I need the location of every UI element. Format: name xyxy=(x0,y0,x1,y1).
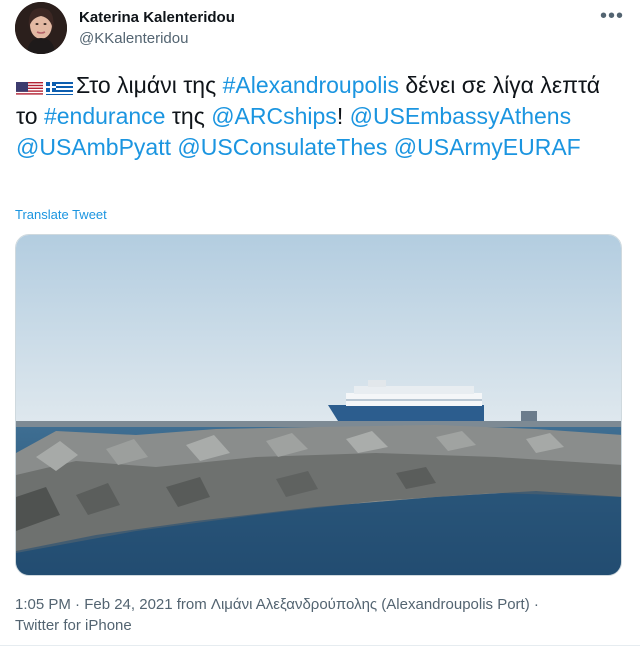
more-options-button[interactable]: ••• xyxy=(600,6,624,26)
mention-link[interactable]: @ARCships xyxy=(211,103,337,129)
avatar[interactable] xyxy=(15,2,67,54)
hashtag-link[interactable]: #endurance xyxy=(44,103,166,129)
tweet-text-segment: Στο λιμάνι της xyxy=(76,72,223,98)
tweet-photo[interactable] xyxy=(15,234,622,576)
author-handle[interactable]: @KKalenteridou xyxy=(79,30,188,47)
mention-link[interactable]: @USConsulateThes xyxy=(177,134,387,160)
author-name[interactable]: Katerina Kalenteridou xyxy=(79,9,235,26)
harbor-ship-photo xyxy=(16,235,621,575)
greece-flag-icon xyxy=(46,77,73,95)
mention-link[interactable]: @USAmbPyatt xyxy=(16,134,171,160)
us-flag-icon xyxy=(16,77,43,95)
tweet-card: Katerina Kalenteridou @KKalenteridou ••• xyxy=(0,0,640,646)
mention-link[interactable]: @USArmyEURAF xyxy=(394,134,581,160)
tweet-meta: 1:05 PM · Feb 24, 2021 from Λιμάνι Αλεξα… xyxy=(15,596,539,634)
mention-link[interactable]: @USEmbassyAthens xyxy=(350,103,572,129)
tweet-text-segment: ! xyxy=(336,103,350,129)
hashtag-link[interactable]: #Alexandroupolis xyxy=(223,72,399,98)
more-horizontal-icon: ••• xyxy=(600,5,625,27)
tweet-text-segment: της xyxy=(165,103,212,129)
tweet-text: Στο λιμάνι της #Alexandroupolis δένει σε… xyxy=(16,70,626,163)
translate-tweet-link[interactable]: Translate Tweet xyxy=(15,207,107,222)
avatar-photo xyxy=(15,2,67,54)
